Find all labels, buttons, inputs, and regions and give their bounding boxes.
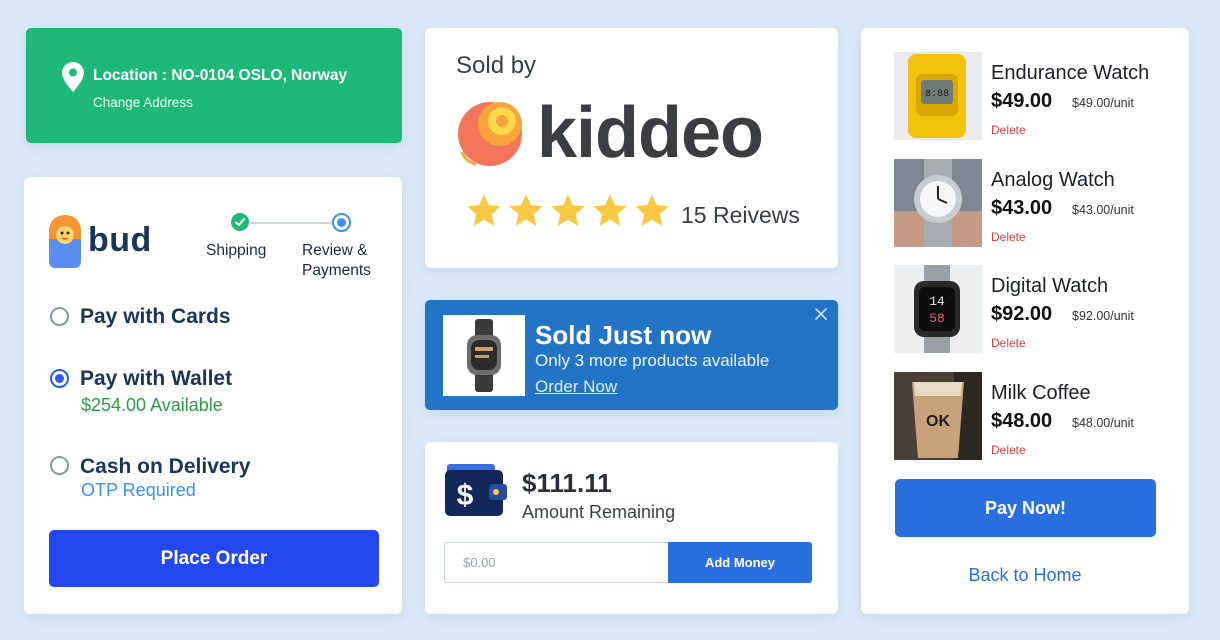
cash-delivery-label[interactable]: Cash on Delivery <box>80 455 250 479</box>
svg-text:OK: OK <box>926 413 950 430</box>
wallet-available: $254.00 Available <box>81 395 223 415</box>
pay-cards-label[interactable]: Pay with Cards <box>80 305 231 329</box>
cart-item: OK Milk Coffee $48.00 $48.00/unit Delete <box>894 372 1184 460</box>
bud-wordmark: bud <box>88 221 152 259</box>
change-address-link[interactable]: Change Address <box>93 95 193 110</box>
analog-watch-icon <box>894 159 982 247</box>
order-now-link[interactable]: Order Now <box>535 377 617 397</box>
check-icon <box>235 218 245 226</box>
cart-item-price: $49.00 <box>991 90 1053 112</box>
add-money-input[interactable] <box>444 542 669 583</box>
sold-title: Sold Just now <box>535 320 712 350</box>
close-icon[interactable] <box>813 306 829 322</box>
svg-text:8:88: 8:88 <box>925 89 949 100</box>
svg-text:$: $ <box>457 479 474 512</box>
checkout-card: bud Shipping Review & Payments Pay with … <box>24 177 402 614</box>
coffee-cup-icon: OK <box>894 372 982 460</box>
step-shipping-dot <box>231 213 249 231</box>
cart-item-delete[interactable]: Delete <box>991 123 1026 137</box>
cart-item-delete[interactable]: Delete <box>991 443 1026 457</box>
seller-card: Sold by kiddeo 15 Reivews <box>425 28 838 268</box>
cart-item-delete[interactable]: Delete <box>991 336 1026 350</box>
cart-item-name[interactable]: Analog Watch <box>991 169 1115 192</box>
product-image <box>894 159 982 247</box>
cart-item-delete[interactable]: Delete <box>991 230 1026 244</box>
cart-item-unit-price: $48.00/unit <box>1072 416 1134 430</box>
step-connector <box>250 222 338 224</box>
wallet-amount-label: Amount Remaining <box>522 502 676 522</box>
sold-message: Only 3 more products available <box>535 351 770 370</box>
otp-required: OTP Required <box>81 480 196 500</box>
cart-card: 8:88 Endurance Watch $49.00 $49.00/unit … <box>861 28 1189 614</box>
cart-item-name[interactable]: Digital Watch <box>991 275 1108 298</box>
wallet-icon: $ <box>445 464 507 516</box>
cart-item: 14 58 Digital Watch $92.00 $92.00/unit D… <box>894 265 1184 353</box>
pay-wallet-radio[interactable] <box>50 369 69 388</box>
step-shipping-label[interactable]: Shipping <box>206 241 266 261</box>
star-icon <box>635 194 669 226</box>
cart-item-name[interactable]: Milk Coffee <box>991 382 1091 405</box>
product-image: 14 58 <box>894 265 982 353</box>
wallet-card: $ $111.11 Amount Remaining Add Money <box>425 442 838 614</box>
star-icon <box>551 194 585 226</box>
digital-watch-icon: 14 58 <box>894 265 982 353</box>
star-icon <box>593 194 627 226</box>
back-to-home-link[interactable]: Back to Home <box>861 565 1189 586</box>
cash-delivery-radio[interactable] <box>50 456 69 475</box>
location-card: Location : NO-0104 OSLO, Norway Change A… <box>26 28 402 143</box>
cart-item: 8:88 Endurance Watch $49.00 $49.00/unit … <box>894 52 1184 140</box>
cart-item: Analog Watch $43.00 $43.00/unit Delete <box>894 159 1184 247</box>
cart-item-price: $43.00 <box>991 197 1053 219</box>
cart-item-unit-price: $43.00/unit <box>1072 203 1134 217</box>
watch-icon <box>467 319 501 392</box>
bud-logo-icon <box>49 215 81 268</box>
wallet-amount: $111.11 <box>522 468 612 498</box>
sold-product-image <box>443 315 525 396</box>
map-pin-icon <box>62 62 84 92</box>
product-image: 8:88 <box>894 52 982 140</box>
sold-by-label: Sold by <box>456 52 537 79</box>
kiddeo-wordmark: kiddeo <box>537 93 764 173</box>
add-money-button[interactable]: Add Money <box>668 542 812 583</box>
rating-stars <box>465 192 671 230</box>
svg-text:58: 58 <box>929 311 945 326</box>
pay-cards-radio[interactable] <box>50 307 69 326</box>
svg-text:14: 14 <box>929 294 945 309</box>
review-count[interactable]: 15 Reivews <box>681 202 800 229</box>
pay-now-button[interactable]: Pay Now! <box>895 479 1156 537</box>
step-review-dot <box>332 213 351 232</box>
pay-wallet-label[interactable]: Pay with Wallet <box>80 367 232 391</box>
cart-item-name[interactable]: Endurance Watch <box>991 62 1149 85</box>
product-image: OK <box>894 372 982 460</box>
star-icon <box>509 194 543 226</box>
step-review-label[interactable]: Review & Payments <box>302 241 392 281</box>
cart-item-price: $48.00 <box>991 410 1053 432</box>
place-order-button[interactable]: Place Order <box>49 530 379 587</box>
cart-item-price: $92.00 <box>991 303 1053 325</box>
location-title: Location : NO-0104 OSLO, Norway <box>93 67 348 84</box>
cart-item-unit-price: $49.00/unit <box>1072 96 1134 110</box>
kiddeo-logo-icon <box>458 102 522 166</box>
yellow-watch-icon: 8:88 <box>894 52 982 140</box>
sold-notification: Sold Just now Only 3 more products avail… <box>425 300 838 410</box>
cart-item-unit-price: $92.00/unit <box>1072 309 1134 323</box>
star-icon <box>467 194 501 226</box>
